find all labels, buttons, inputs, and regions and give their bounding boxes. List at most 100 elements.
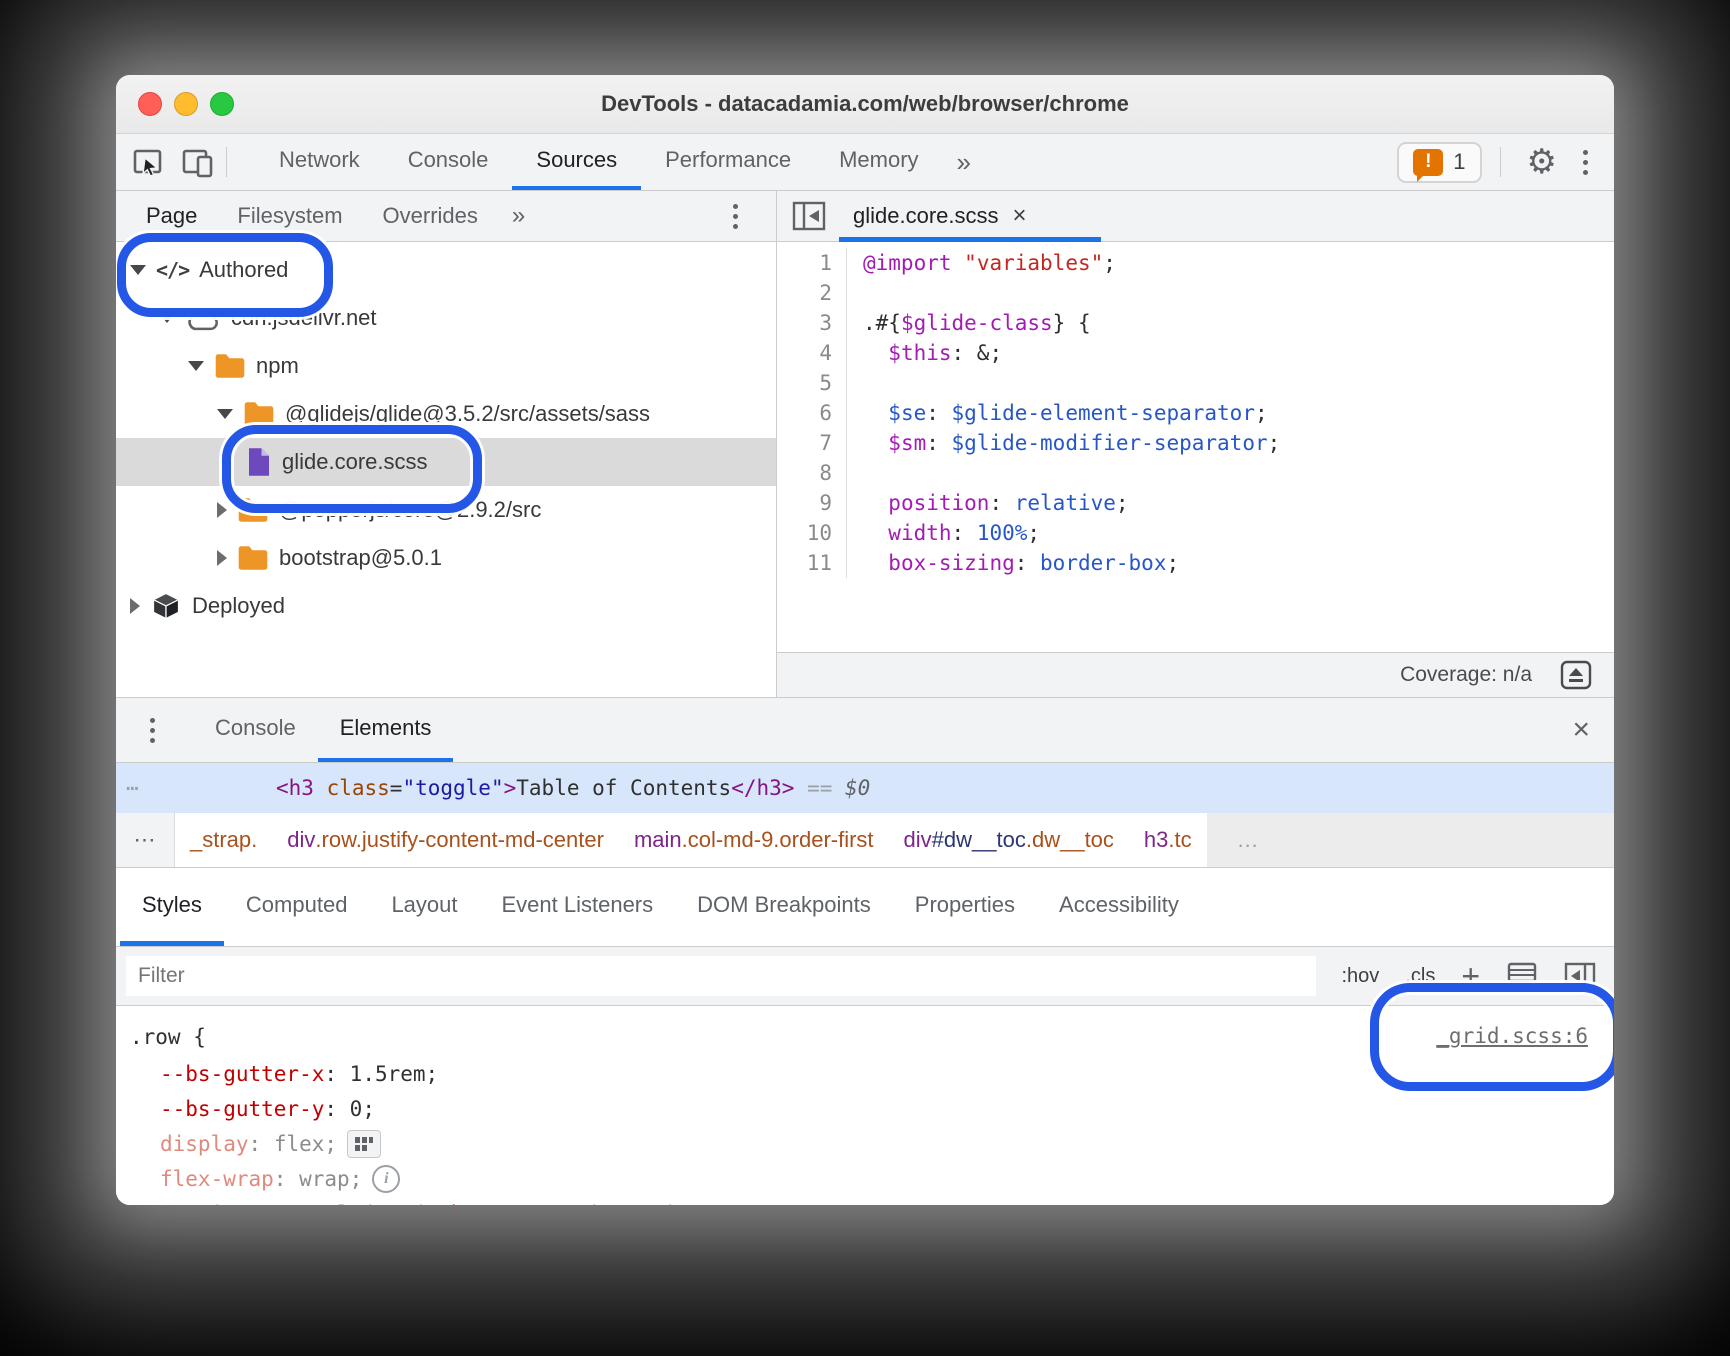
line-number[interactable]: 1 (777, 248, 847, 278)
css-source-link[interactable]: _grid.scss:6 (1436, 1024, 1588, 1048)
styles-tab-layout[interactable]: Layout (369, 868, 479, 946)
tree-item-npm[interactable]: npm (116, 342, 776, 390)
more-panels-chevron[interactable]: » (943, 134, 985, 190)
line-number[interactable]: 4 (777, 338, 847, 368)
filter-input[interactable] (126, 956, 1316, 996)
drawer-tab-console[interactable]: Console (193, 698, 318, 762)
css-property-name[interactable]: flex-wrap (160, 1167, 274, 1191)
titlebar[interactable]: DevTools - datacadamia.com/web/browser/c… (116, 75, 1614, 134)
toggle-element-state-button[interactable]: :hov (1342, 965, 1380, 988)
tree-item-deployed[interactable]: Deployed (116, 582, 776, 630)
selected-element-row[interactable]: ⋯ <h3 class="toggle">Table of Contents</… (116, 762, 1614, 813)
panel-tab-performance[interactable]: Performance (641, 134, 815, 190)
info-icon[interactable] (372, 1165, 400, 1193)
code-line-content: position: relative; (847, 491, 1129, 515)
breadcrumb-item[interactable]: main.col-md-9.order-first (619, 813, 889, 867)
tree-item-bootstrap-5-0-1[interactable]: bootstrap@5.0.1 (116, 534, 776, 582)
line-number[interactable]: 5 (777, 368, 847, 398)
css-property-name[interactable]: display (160, 1132, 249, 1156)
styles-tab-computed[interactable]: Computed (224, 868, 370, 946)
tree-item-authored[interactable]: </>Authored (116, 246, 776, 294)
css-property-name[interactable]: margin-top (160, 1202, 286, 1206)
css-declaration: --bs-gutter-y: 0; (116, 1091, 1614, 1126)
editor-tab[interactable]: glide.core.scss × (853, 202, 1027, 230)
panel-tab-network[interactable]: Network (255, 134, 384, 190)
sources-panel: PageFilesystemOverrides » </>Authoredcdn… (116, 191, 1614, 697)
line-number[interactable]: 9 (777, 488, 847, 518)
minimize-window-button[interactable] (174, 92, 198, 116)
chevron-down-icon[interactable] (130, 265, 146, 275)
breadcrumb-item[interactable]: div.row.justify-content-md-center (272, 813, 619, 867)
element-ellipsis[interactable]: ⋯ (116, 776, 276, 800)
sidebar-tab-page[interactable]: Page (126, 203, 217, 229)
device-toolbar-icon[interactable] (180, 144, 216, 180)
css-property-value[interactable]: 1.5rem (350, 1062, 426, 1086)
drawer-kebab-icon[interactable] (140, 718, 165, 743)
tree-item-cdn-jsdelivr-net[interactable]: cdn.jsdelivr.net (116, 294, 776, 342)
line-number[interactable]: 8 (777, 458, 847, 488)
code-line: 2 (777, 278, 1614, 308)
element-classes-button[interactable]: .cls (1405, 965, 1435, 988)
css-property-value[interactable]: wrap (299, 1167, 350, 1191)
css-property-value[interactable]: flex (274, 1132, 325, 1156)
css-property-value[interactable]: 0 (350, 1097, 363, 1121)
line-number[interactable]: 11 (777, 548, 847, 578)
issues-badge[interactable]: ! 1 (1397, 142, 1481, 183)
styles-tab-event-listeners[interactable]: Event Listeners (480, 868, 676, 946)
panel-tab-console[interactable]: Console (384, 134, 513, 190)
chevron-down-icon[interactable] (188, 361, 204, 371)
sidebar-tab-overrides[interactable]: Overrides (363, 203, 498, 229)
main-menu-kebab-icon[interactable] (1573, 150, 1598, 175)
reveal-drawer-icon[interactable] (1560, 660, 1592, 690)
css-property-name[interactable]: --bs-gutter-y (160, 1097, 324, 1121)
tree-item-popperjs-core-2-9-2-src[interactable]: @popperjs/core@2.9.2/src (116, 486, 776, 534)
close-tab-icon[interactable]: × (1013, 202, 1027, 230)
code-editor: glide.core.scss × 1@import "variables";2… (776, 191, 1614, 697)
panel-tab-sources[interactable]: Sources (512, 134, 641, 190)
new-style-rule-button[interactable]: + (1461, 960, 1480, 992)
drawer-tab-elements[interactable]: Elements (318, 698, 454, 762)
chevron-right-icon[interactable] (217, 550, 227, 566)
breadcrumb-item[interactable]: _strap. (175, 813, 272, 867)
close-drawer-icon[interactable]: × (1572, 713, 1590, 747)
close-window-button[interactable] (138, 92, 162, 116)
chevron-down-icon[interactable] (159, 313, 175, 323)
code-line-content: .#{$glide-class} { (847, 311, 1091, 335)
chevron-right-icon[interactable] (217, 502, 227, 518)
chevron-right-icon[interactable] (130, 598, 140, 614)
breadcrumb-overflow[interactable]: ⋯ (116, 813, 175, 867)
breadcrumb-item[interactable]: div#dw__toc.dw__toc (889, 813, 1129, 867)
line-number[interactable]: 10 (777, 518, 847, 548)
tree-item-glide-core-scss[interactable]: glide.core.scss (116, 438, 776, 486)
breadcrumb-tail[interactable]: … (1207, 813, 1614, 867)
more-sidebar-tabs-chevron[interactable]: » (498, 202, 539, 230)
zoom-window-button[interactable] (210, 92, 234, 116)
settings-gear-icon[interactable]: ⚙ (1519, 145, 1565, 179)
sidebar-kebab-icon[interactable] (723, 204, 748, 229)
styles-tab-properties[interactable]: Properties (893, 868, 1037, 946)
sidebar-tab-filesystem[interactable]: Filesystem (217, 203, 362, 229)
sidebar-toggle-icon[interactable] (1564, 962, 1596, 990)
line-number[interactable]: 2 (777, 278, 847, 308)
line-number[interactable]: 7 (777, 428, 847, 458)
styles-tab-dom-breakpoints[interactable]: DOM Breakpoints (675, 868, 893, 946)
inspect-element-icon[interactable] (130, 144, 166, 180)
css-property-value[interactable]: calc(var(--bs-gutter-y) * -1) (312, 1202, 679, 1206)
navigator-toggle-icon[interactable] (791, 198, 827, 234)
code-area[interactable]: 1@import "variables";23.#{$glide-class} … (777, 242, 1614, 652)
line-number[interactable]: 3 (777, 308, 847, 338)
panel-tabs: NetworkConsoleSourcesPerformanceMemory (255, 134, 943, 190)
styles-rules-pane: .row { _grid.scss:6 --bs-gutter-x: 1.5re… (116, 1006, 1614, 1205)
breadcrumb-item[interactable]: h3.tc (1129, 813, 1207, 867)
flex-editor-icon[interactable] (347, 1130, 381, 1158)
chevron-down-icon[interactable] (217, 409, 233, 419)
styles-tab-styles[interactable]: Styles (120, 868, 224, 946)
tree-item-glidejs-glide-3-5-2-src-asse[interactable]: @glidejs/glide@3.5.2/src/assets/sass (116, 390, 776, 438)
css-property-name[interactable]: --bs-gutter-x (160, 1062, 324, 1086)
css-selector[interactable]: .row (130, 1025, 181, 1049)
computed-styles-icon[interactable] (1506, 961, 1538, 991)
code-line: 7 $sm: $glide-modifier-separator; (777, 428, 1614, 458)
panel-tab-memory[interactable]: Memory (815, 134, 942, 190)
line-number[interactable]: 6 (777, 398, 847, 428)
styles-tab-accessibility[interactable]: Accessibility (1037, 868, 1201, 946)
